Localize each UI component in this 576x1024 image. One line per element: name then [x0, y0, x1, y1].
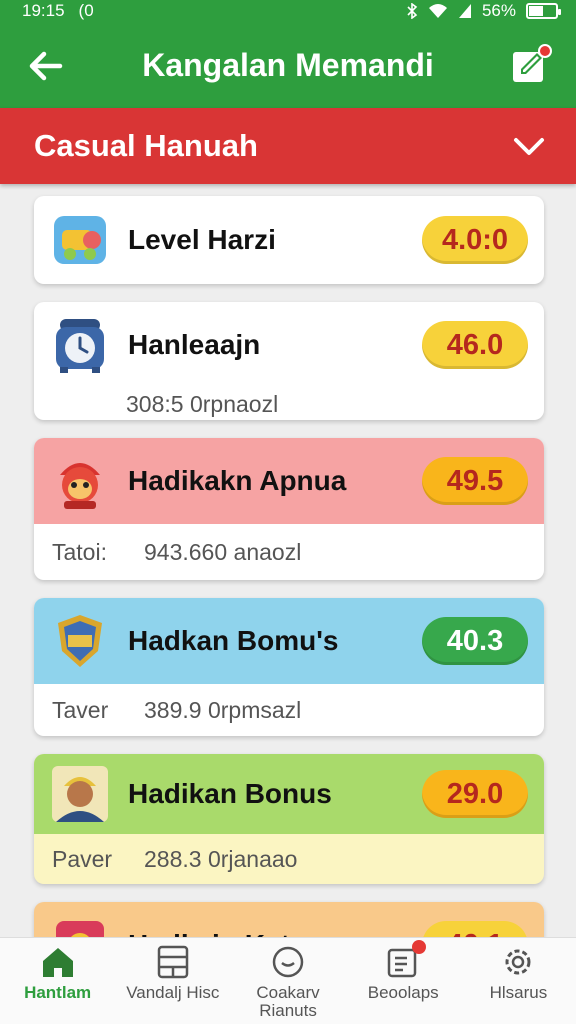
arrow-left-icon[interactable] [26, 46, 66, 86]
page-title: Kangalan Memandi [142, 46, 434, 83]
list-item[interactable]: Level Harzi 4.0:0 [34, 196, 544, 284]
nav-label: Hlsarus [489, 983, 548, 1002]
edit-button[interactable] [510, 44, 552, 86]
wifi-icon [428, 4, 447, 18]
item-name: Hanleaajn [128, 329, 261, 360]
item-name: Level Harzi [128, 224, 276, 255]
status-bar: 19:15 (0 56% [0, 0, 576, 22]
item-name: Hadikakn Apnua [128, 465, 347, 496]
signal-icon [458, 4, 471, 18]
clock-icon [272, 946, 304, 978]
clock-time: 19:15 [22, 1, 65, 20]
value-badge: 40.3 [422, 617, 528, 665]
list-item[interactable]: Hadikakn Apnua 49.5 Tatoi: 943.660 anaoz… [34, 438, 544, 580]
game-icon [56, 921, 104, 937]
nav-item-list[interactable]: Vandalj Hisc [115, 938, 230, 1024]
shield-badge-icon [58, 615, 102, 667]
item-name: Hadikan Bonus [128, 778, 332, 809]
nav-label: Hantlam [24, 983, 92, 1002]
bonus-list: Level Harzi 4.0:0 Hanleaajn 46.0 308:5 0… [0, 184, 576, 937]
gear-icon [505, 949, 531, 975]
item-sub-value: 943.660 anaozl [144, 538, 302, 565]
value-badge: 29.0 [422, 770, 528, 818]
category-header[interactable]: Casual Hanuah [0, 108, 576, 184]
list-icon [157, 945, 189, 979]
list-item[interactable]: Hanleaajn 46.0 308:5 0rpnaozl [34, 302, 544, 420]
item-sub-label: Tatoi: [52, 538, 107, 565]
list-item[interactable]: Hadkan Bomu's 40.3 Taver 389.9 0rpmsazl [34, 598, 544, 736]
value-badge: 40.1 [422, 921, 528, 937]
battery-text: 56% [481, 1, 516, 20]
category-title: Casual Hanuah [34, 128, 258, 163]
nav-label: Coakarv Rianuts [256, 983, 320, 1020]
bluetooth-icon [407, 3, 418, 19]
nav-item-notifications[interactable]: Beoolaps [346, 938, 461, 1024]
nav-item-home[interactable]: Hantlam [0, 938, 115, 1024]
bottom-navigation: Hantlam Vandalj Hisc Coakarv Rianuts Beo… [0, 937, 576, 1024]
list-item[interactable]: Hadikan Bonus 29.0 Paver 288.3 0rjanaao [34, 754, 544, 884]
item-sub-value: 389.9 0rpmsazl [144, 696, 302, 723]
nav-item-clock[interactable]: Coakarv Rianuts [230, 938, 345, 1024]
value-badge: 49.5 [422, 457, 528, 505]
item-sub-value: 288.3 0rjanaao [144, 845, 298, 872]
nav-label: Vandalj Hisc [126, 983, 220, 1002]
alarm-clock-icon [56, 319, 104, 373]
carrier-indicator: (0 [78, 1, 94, 20]
list-item[interactable]: Hadkain Kat 40.1 [34, 902, 544, 937]
avatar-icon [52, 766, 108, 822]
value-badge: 46.0 [422, 321, 528, 369]
item-sub-label: Paver [52, 845, 113, 872]
item-name: Hadkain Kat [128, 929, 290, 937]
battery-icon [526, 3, 561, 19]
notification-dot [412, 940, 427, 954]
app-bar: Kangalan Memandi [0, 22, 576, 108]
chevron-down-icon[interactable] [512, 132, 546, 160]
value-badge: 4.0:0 [422, 216, 528, 264]
item-name: Hadkan Bomu's [128, 625, 339, 656]
cannon-icon [54, 216, 106, 264]
notification-dot [538, 44, 552, 58]
nav-item-settings[interactable]: Hlsarus [461, 938, 576, 1024]
item-sub-label: Taver [52, 696, 109, 723]
item-subtitle: 308:5 0rpnaozl [126, 390, 279, 417]
home-icon [42, 948, 73, 977]
mascot-icon [60, 463, 100, 509]
nav-label: Beoolaps [367, 983, 439, 1002]
